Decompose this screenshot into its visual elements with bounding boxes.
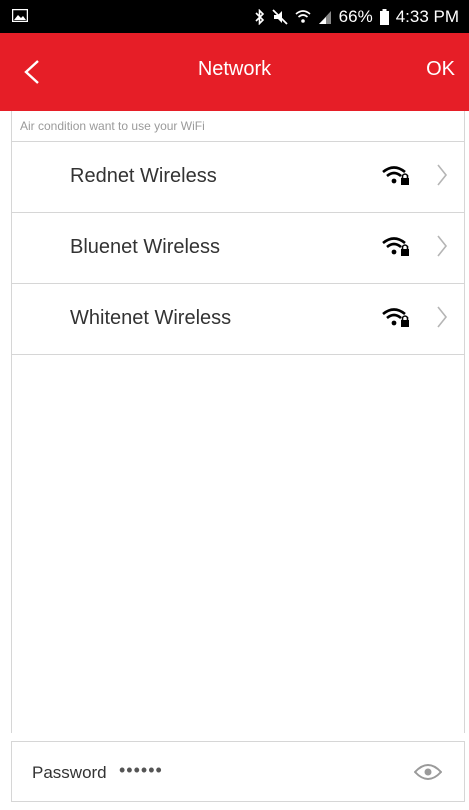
bluetooth-icon	[255, 8, 264, 25]
wifi-lock-icon	[382, 237, 409, 256]
network-list: Rednet Wireless Bluenet Wireless Whitene…	[11, 141, 465, 355]
network-item-bluenet[interactable]: Bluenet Wireless	[12, 212, 464, 283]
ok-button[interactable]: OK	[426, 58, 455, 81]
wifi-hint: Air condition want to use your WiFi	[11, 111, 465, 141]
phone-screen: 66% 4:33 PM Network OK Air condition wan…	[0, 0, 469, 810]
battery-percent: 66%	[338, 6, 373, 26]
network-item-rednet[interactable]: Rednet Wireless	[12, 141, 464, 212]
wifi-icon	[295, 9, 311, 23]
status-right: 66% 4:33 PM	[255, 0, 459, 33]
clock: 4:33 PM	[395, 6, 459, 26]
network-name: Whitenet Wireless	[70, 307, 232, 329]
chevron-right-icon	[437, 164, 448, 186]
mute-icon	[272, 8, 288, 25]
page-title: Network	[197, 58, 272, 80]
password-field[interactable]	[117, 759, 301, 782]
password-row: Password	[11, 741, 465, 802]
empty-area	[11, 353, 465, 733]
app-bar: Network OK	[0, 33, 469, 111]
battery-icon	[379, 8, 389, 25]
chevron-right-icon	[437, 235, 448, 257]
network-name: Rednet Wireless	[70, 165, 217, 187]
status-bar: 66% 4:33 PM	[0, 0, 469, 33]
gallery-icon	[12, 9, 28, 22]
chevron-right-icon	[437, 306, 448, 328]
network-name: Bluenet Wireless	[70, 236, 221, 258]
signal-icon	[318, 10, 331, 24]
password-label: Password	[32, 763, 107, 782]
network-item-whitenet[interactable]: Whitenet Wireless	[12, 283, 464, 355]
wifi-lock-icon	[382, 166, 409, 185]
wifi-lock-icon	[382, 308, 409, 327]
eye-icon[interactable]	[414, 763, 442, 781]
